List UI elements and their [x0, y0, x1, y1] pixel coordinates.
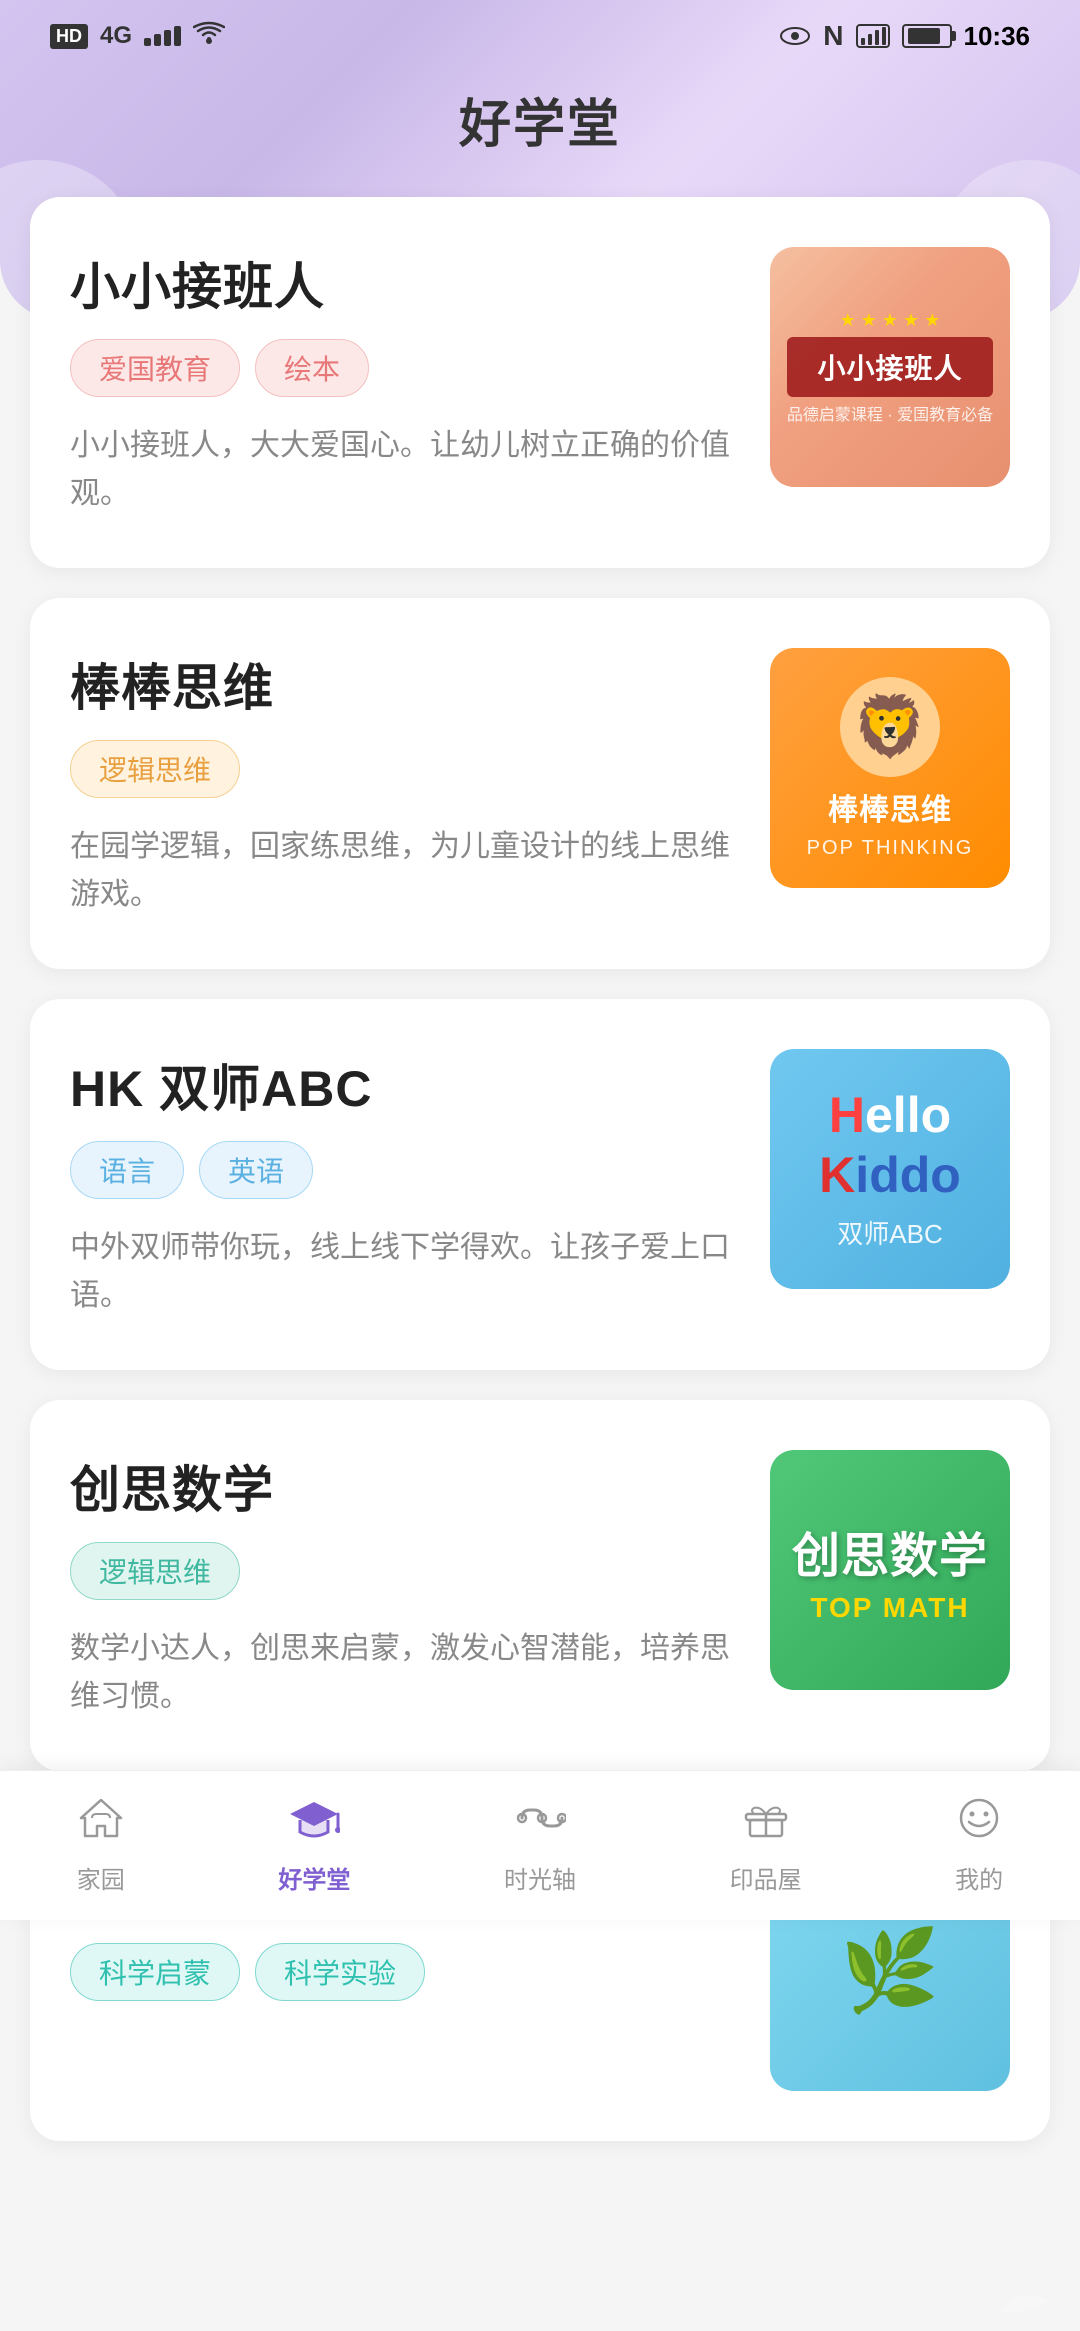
nav-label-timeline: 时光轴	[504, 1860, 576, 1895]
card-content: 创思数学 逻辑思维 数学小达人，创思来启蒙，激发心智潜能，培养思维习惯。	[70, 1450, 740, 1721]
smiley-icon	[955, 1796, 1003, 1852]
page-title: 好学堂	[0, 82, 1080, 157]
card-description: 小小接班人，大大爱国心。让幼儿树立正确的价值观。	[70, 422, 740, 518]
tag-logic: 逻辑思维	[70, 740, 240, 798]
course-image-chuangsi: 创思数学 TOP MATH	[770, 1450, 1010, 1690]
card-title: 小小接班人	[70, 247, 740, 319]
nfc-icon: N	[823, 20, 843, 52]
status-right: N 10:36	[779, 20, 1030, 52]
status-bar: HD 4G N	[0, 0, 1080, 62]
eye-icon	[779, 24, 811, 48]
timeline-icon	[514, 1796, 566, 1852]
network-type: 4G	[100, 22, 132, 50]
card-description: 在园学逻辑，回家练思维，为儿童设计的线上思维游戏。	[70, 823, 740, 919]
nav-item-home[interactable]: 家园	[47, 1786, 155, 1905]
tag-aiguo: 爱国教育	[70, 339, 240, 397]
graduation-cap-icon	[288, 1796, 340, 1852]
tags-row: 逻辑思维	[70, 1542, 740, 1600]
battery-icon	[902, 24, 952, 48]
lion-mascot: 🦁	[840, 677, 940, 777]
card-description: 中外双师带你玩，线上线下学得欢。让孩子爱上口语。	[70, 1224, 740, 1320]
nav-label-home: 家园	[77, 1860, 125, 1895]
tags-row: 爱国教育 绘本	[70, 339, 740, 397]
course-card-bangbang[interactable]: 棒棒思维 逻辑思维 在园学逻辑，回家练思维，为儿童设计的线上思维游戏。 🦁 棒棒…	[30, 598, 1050, 969]
nav-label-mine: 我的	[955, 1860, 1003, 1895]
hd-badge: HD	[50, 24, 88, 49]
wifi-icon	[193, 20, 225, 52]
nav-item-shop[interactable]: 印品屋	[700, 1786, 832, 1905]
signal-strength	[144, 26, 181, 46]
bottom-navigation: 家园 好学堂 时光轴	[0, 1770, 1080, 1920]
nav-label-shop: 印品屋	[730, 1860, 802, 1895]
card-title: 创思数学	[70, 1450, 740, 1522]
time-display: 10:36	[964, 21, 1031, 52]
course-card-xiaoxiao[interactable]: 小小接班人 爱国教育 绘本 小小接班人，大大爱国心。让幼儿树立正确的价值观。 ★…	[30, 197, 1050, 568]
nav-item-timeline[interactable]: 时光轴	[474, 1786, 606, 1905]
tag-language: 语言	[70, 1141, 184, 1199]
course-card-hkabc[interactable]: HK 双师ABC 语言 英语 中外双师带你玩，线上线下学得欢。让孩子爱上口语。 …	[30, 999, 1050, 1370]
card-content: 小小接班人 爱国教育 绘本 小小接班人，大大爱国心。让幼儿树立正确的价值观。	[70, 247, 740, 518]
page-header: 好学堂	[0, 62, 1080, 217]
tags-row: 语言 英语	[70, 1141, 740, 1199]
card-content: HK 双师ABC 语言 英语 中外双师带你玩，线上线下学得欢。让孩子爱上口语。	[70, 1049, 740, 1320]
nav-item-mine[interactable]: 我的	[925, 1786, 1033, 1905]
course-image-xiaoxiao: ★ ★ ★ ★ ★ 小小接班人 品德启蒙课程 · 爱国教育必备	[770, 247, 1010, 487]
tag-logic2: 逻辑思维	[70, 1542, 240, 1600]
signal-box-icon	[856, 24, 890, 48]
gift-icon	[742, 1796, 790, 1852]
course-list: 小小接班人 爱国教育 绘本 小小接班人，大大爱国心。让幼儿树立正确的价值观。 ★…	[0, 197, 1080, 2331]
course-image-bangbang: 🦁 棒棒思维 POP THINKING	[770, 648, 1010, 888]
tags-row: 逻辑思维	[70, 740, 740, 798]
nav-item-study[interactable]: 好学堂	[248, 1786, 380, 1905]
nav-label-study: 好学堂	[278, 1860, 350, 1895]
course-image-hkabc: Hello Kiddo 双师ABC	[770, 1049, 1010, 1289]
card-content: 棒棒思维 逻辑思维 在园学逻辑，回家练思维，为儿童设计的线上思维游戏。	[70, 648, 740, 919]
home-icon	[77, 1796, 125, 1852]
card-title: HK 双师ABC	[70, 1049, 740, 1121]
tag-huiben: 绘本	[255, 339, 369, 397]
course-card-chuangsi[interactable]: 创思数学 逻辑思维 数学小达人，创思来启蒙，激发心智潜能，培养思维习惯。 创思数…	[30, 1400, 1050, 1771]
tag-science-enlighten: 科学启蒙	[70, 1943, 240, 2001]
status-left: HD 4G	[50, 20, 225, 52]
tags-row: 科学启蒙 科学实验	[70, 1943, 740, 2001]
tag-english: 英语	[199, 1141, 313, 1199]
tag-science-experiment: 科学实验	[255, 1943, 425, 2001]
card-title: 棒棒思维	[70, 648, 740, 720]
card-description: 数学小达人，创思来启蒙，激发心智潜能，培养思维习惯。	[70, 1625, 740, 1721]
